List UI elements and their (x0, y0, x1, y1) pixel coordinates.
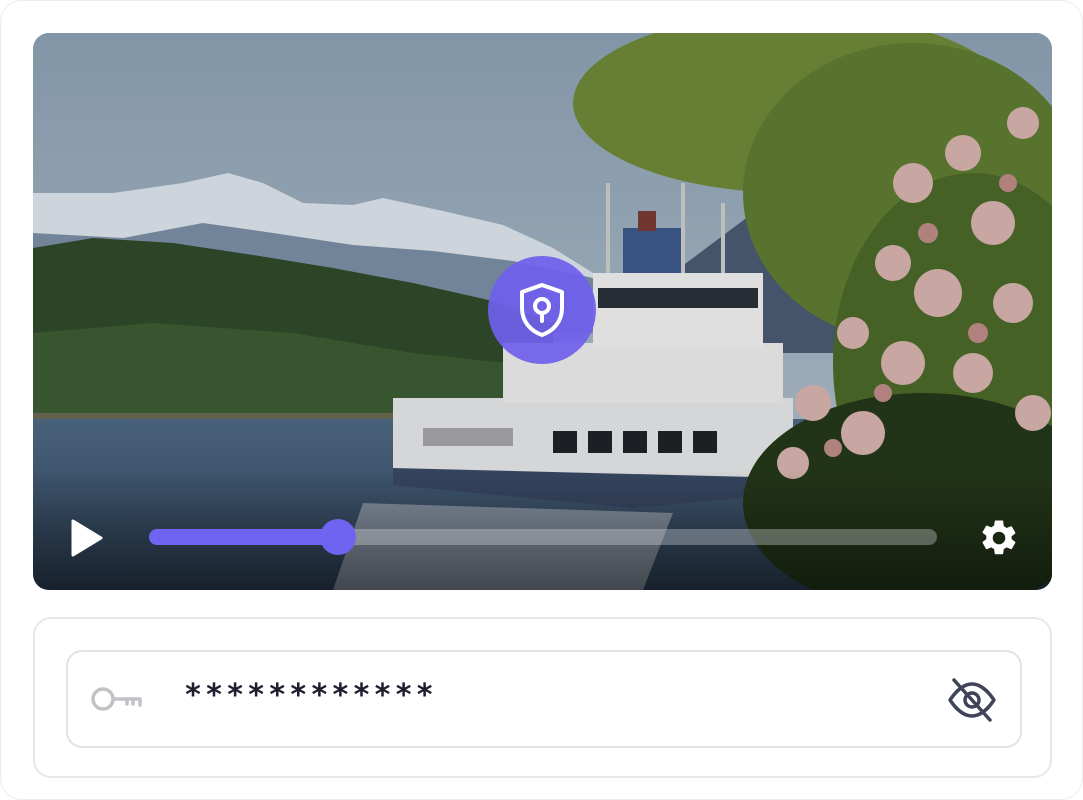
page-container: ************ (0, 0, 1083, 800)
play-icon (71, 519, 103, 557)
toggle-visibility-button[interactable] (946, 676, 998, 724)
shield-lock-icon (520, 283, 564, 337)
gear-icon (982, 520, 1016, 555)
key-icon (91, 687, 142, 711)
password-card: ************ (33, 617, 1052, 778)
video-player[interactable] (33, 33, 1052, 590)
password-value[interactable]: ************ (184, 678, 437, 713)
secure-lock-badge (488, 256, 596, 364)
progress-thumb[interactable] (320, 519, 357, 555)
eye-off-icon (948, 678, 996, 722)
progress-bar[interactable] (149, 519, 937, 555)
settings-button[interactable] (978, 517, 1020, 559)
play-button[interactable] (69, 518, 105, 558)
password-field[interactable]: ************ (66, 650, 1022, 748)
progress-fill (149, 529, 339, 545)
